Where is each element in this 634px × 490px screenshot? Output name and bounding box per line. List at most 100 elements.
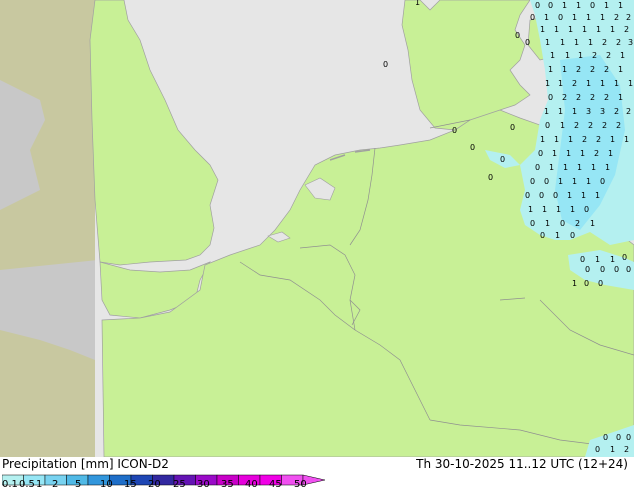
precip-value-marker: 1 [574,38,579,47]
precip-value-marker: 1 [568,135,573,144]
precip-value-marker: 1 [580,149,585,158]
precip-value-marker: 1 [628,79,633,88]
precip-value-marker: 2 [604,65,609,74]
precipitation-map: 0011011010111221111112111122311122111222… [0,0,634,458]
precip-value-marker: 2 [624,445,629,454]
precip-value-marker: 0 [488,173,493,182]
precip-value-marker: 1 [618,65,623,74]
precip-value-marker: 1 [562,1,567,10]
colorbar-tick-label: 10 [100,479,113,490]
precip-value-marker: 1 [595,191,600,200]
precip-value-marker: 1 [600,79,605,88]
precip-value-marker: 0 [558,13,563,22]
precip-value-marker: 2 [590,93,595,102]
precip-value-marker: 1 [610,25,615,34]
precip-value-marker: 1 [554,135,559,144]
precip-value-marker: 3 [628,38,633,47]
precip-value-marker: 0 [580,255,585,264]
precip-value-marker: 0 [538,149,543,158]
precip-value-marker: 1 [578,51,583,60]
precip-value-marker: 1 [576,1,581,10]
colorbar-tick-label: 2 [52,479,59,490]
precip-value-marker: 2 [582,135,587,144]
precip-value-marker: 0 [525,38,530,47]
precip-value-marker: 0 [470,143,475,152]
precip-value-marker: 2 [576,65,581,74]
precip-value-marker: 3 [586,107,591,116]
precip-value-marker: 1 [610,255,615,264]
precip-value-marker: 1 [572,177,577,186]
colorbar-tick-label: 20 [148,479,161,490]
precip-value-marker: 0 [500,155,505,164]
precip-value-marker: 1 [595,255,600,264]
precip-value-marker: 0 [560,219,565,228]
precip-value-marker: 1 [550,51,555,60]
colorbar-tick-label: 1 [36,479,43,490]
precip-value-marker: 1 [586,13,591,22]
precip-value-marker: 1 [608,149,613,158]
precip-value-marker: 1 [586,177,591,186]
precip-value-marker: 0 [548,1,553,10]
precip-value-marker: 1 [560,121,565,130]
precip-value-marker: 0 [540,231,545,240]
precip-value-marker: 1 [567,191,572,200]
precip-value-marker: 0 [530,219,535,228]
precip-value-marker: 1 [552,149,557,158]
precip-value-marker: 0 [530,177,535,186]
precip-value-marker: 2 [592,51,597,60]
precip-value-marker: 1 [605,163,610,172]
precip-value-marker: 0 [535,1,540,10]
precip-value-marker: 2 [614,107,619,116]
precip-value-marker: 1 [540,135,545,144]
precip-value-marker: 1 [610,445,615,454]
precip-value-marker: 1 [542,205,547,214]
precip-value-marker: 2 [588,121,593,130]
precip-value-marker: 0 [553,191,558,200]
precip-value-marker: 2 [626,13,631,22]
precip-value-marker: 0 [590,1,595,10]
precip-value-marker: 2 [575,219,580,228]
precip-value-marker: 1 [545,79,550,88]
precip-value-marker: 0 [515,31,520,40]
precip-value-marker: 1 [624,135,629,144]
precip-value-marker: 0 [584,205,589,214]
map-title: Precipitation [mm] ICON-D2 [2,457,169,471]
precip-value-marker: 2 [602,121,607,130]
precip-value-marker: 1 [560,38,565,47]
precip-value-marker: 2 [602,38,607,47]
colorbar-tick-label: 0.5 [19,479,35,490]
precip-value-marker: 0 [545,121,550,130]
precip-value-marker: 0 [539,191,544,200]
precip-value-marker: 1 [554,25,559,34]
precip-value-marker: 1 [556,205,561,214]
precip-value-marker: 1 [548,65,553,74]
precip-value-marker: 2 [574,121,579,130]
precip-value-marker: 1 [540,25,545,34]
precip-value-marker: 0 [570,231,575,240]
precip-value-marker: 0 [603,433,608,442]
precip-value-marker: 0 [535,163,540,172]
precip-value-marker: 1 [568,25,573,34]
precip-value-marker: 1 [544,107,549,116]
precip-value-marker: 0 [544,177,549,186]
precip-value-marker: 2 [626,107,631,116]
precip-value-marker: 0 [530,13,535,22]
precip-value-marker: 1 [590,219,595,228]
precip-value-marker: 1 [563,163,568,172]
precip-value-marker: 1 [604,1,609,10]
colorbar-tick-label: 0.1 [2,479,18,490]
precip-value-marker: 1 [565,51,570,60]
precip-value-marker: 1 [570,205,575,214]
precip-value-marker: 0 [584,279,589,288]
precip-value-marker: 2 [616,38,621,47]
precip-value-marker: 2 [576,93,581,102]
precip-value-marker: 1 [566,149,571,158]
forecast-time: Th 30-10-2025 11..12 UTC (12+24) [416,457,628,471]
colorbar-tick-label: 50 [294,479,307,490]
precip-value-marker: 0 [585,265,590,274]
precip-value-marker: 2 [590,65,595,74]
precip-value-marker: 1 [558,107,563,116]
precip-value-marker: 0 [452,126,457,135]
precip-value-marker: 1 [618,93,623,102]
colorbar-tick-label: 40 [245,479,258,490]
